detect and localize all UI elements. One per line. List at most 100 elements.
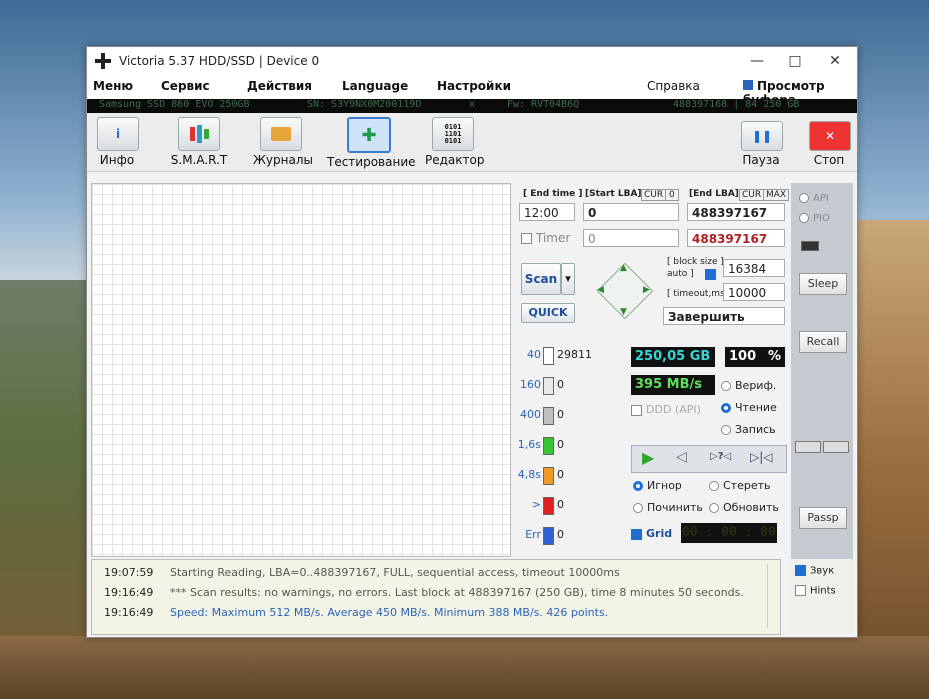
end-time-input[interactable]: 12:00 [519,203,575,221]
menu-item-menu[interactable]: Меню [93,79,133,93]
ignore-radio-icon [633,481,643,491]
logs-button[interactable]: Журналы [253,117,313,167]
latency-swatch [543,377,554,395]
latency-swatch [543,347,554,365]
editor-button[interactable]: 0101 1101 0101 Редактор [425,117,484,167]
quick-button[interactable]: QUICK [521,303,575,323]
scan-button[interactable]: Scan [521,263,561,295]
back-icon[interactable]: ◁ [676,449,687,465]
hints-label: Hints [810,585,836,597]
stop-label: Стоп [813,153,845,167]
smart-label: S.M.A.R.T [170,153,228,167]
max-button[interactable]: MAX [763,189,790,201]
scanned-size: 250,05 GB [631,347,715,367]
menu-item-settings[interactable]: Настройки [437,79,511,93]
finish-action-select[interactable]: Завершить [663,307,785,325]
scan-settings-panel: [ End time ] [Start LBA] CUR 0 [End LBA]… [513,183,791,331]
end-lba-input[interactable]: 488397167 [687,203,785,221]
up-arrow-icon[interactable]: ▲ [620,263,627,273]
recall-button[interactable]: Recall [799,331,847,353]
api-radio[interactable]: API [799,193,829,204]
passp-button[interactable]: Passp [799,507,847,529]
scan-dropdown-button[interactable]: ▾ [561,263,575,295]
log-scrollbar[interactable] [767,564,776,628]
pause-button[interactable]: ❚❚ Пауза [741,121,783,167]
write-radio[interactable]: Запись [721,423,776,436]
event-log: 19:07:59 Starting Reading, LBA=0..488397… [91,559,781,635]
end-icon[interactable]: ▷|◁ [750,450,773,464]
random-seek-icon[interactable]: ▷?◁ [710,451,731,462]
device-bar[interactable]: Samsung SSD 860 EVO 250GB SN: S3Y9NX0M20… [87,99,857,113]
side-options: Звук Hints [791,559,853,633]
timer-checkbox[interactable]: Timer [521,231,570,245]
auto-checkbox[interactable] [705,269,716,280]
erase-radio[interactable]: Стереть [709,479,771,492]
testing-button[interactable]: ✚ Тестирование [327,117,416,169]
device-model: Samsung SSD 860 EVO 250GB [99,99,250,110]
refresh-radio[interactable]: Обновить [709,501,779,514]
ignore-radio[interactable]: Игнор [633,479,682,492]
block-size-select[interactable]: 16384 [723,259,785,277]
direction-pad[interactable]: ▲ ▼ ◀ ▶ [593,259,655,321]
grid-check-icon [631,528,642,540]
end-lba-readonly[interactable]: 488397167 [687,229,785,247]
minimize-button[interactable]: — [737,47,777,75]
left-arrow-icon[interactable]: ◀ [597,285,604,295]
sound-label: Звук [810,565,835,577]
device-close[interactable]: x [469,99,475,110]
hints-checkbox[interactable]: Hints [795,585,836,597]
auto-label: auto ] [667,269,694,279]
menu-item-help[interactable]: Справка [647,79,700,93]
smart-button[interactable]: S.M.A.R.T [167,117,231,167]
menu-item-language[interactable]: Language [342,79,408,93]
log-time: 19:16:49 [104,586,154,599]
write-label: Запись [735,423,776,436]
stop-button[interactable]: ✕ Стоп [809,121,851,167]
read-radio[interactable]: Чтение [721,401,777,414]
stop-x-icon: ✕ [809,121,851,151]
sound-checkbox[interactable]: Звук [795,565,834,577]
right-arrow-icon[interactable]: ▶ [643,285,650,295]
play-icon[interactable]: ▶ [642,448,654,467]
percent-display: 100 % [725,347,785,367]
repair-radio[interactable]: Починить [633,501,703,514]
timeout-select[interactable]: 10000 [723,283,785,301]
timeout-label: [ timeout,ms ] [667,289,732,299]
latency-label: Err [525,528,541,541]
close-button[interactable]: ✕ [815,47,855,75]
end-cur-button[interactable]: CUR [739,189,765,201]
side-toggle-left[interactable] [795,441,821,453]
down-arrow-icon[interactable]: ▼ [620,307,627,317]
pio-radio[interactable]: PIO [799,213,830,224]
device-serial: SN: S3Y9NX0M200119D [307,99,422,110]
device-lba: 488397168 | 84 250 GB [673,99,800,110]
cur-button[interactable]: CUR [641,189,667,201]
start-lba-input[interactable]: 0 [583,203,679,221]
latency-swatch [543,497,554,515]
timer-check-icon [521,233,532,244]
latency-swatch [543,527,554,545]
stats-panel: 40 29811 160 0 400 0 1,6s 0 4,8s 0 >0 Err 0 250,05 G… [513,339,791,553]
read-radio-icon [721,403,731,413]
side-toggle-right[interactable] [823,441,849,453]
info-button[interactable]: i Инфо [97,117,139,167]
repair-radio-icon [633,503,643,513]
buffer-icon [743,80,753,90]
ddd-checkbox[interactable]: DDD (API) [631,403,701,416]
binary-editor-icon: 0101 1101 0101 [432,117,474,151]
timer-input[interactable]: 0 [583,229,679,247]
app-cross-icon [95,53,111,69]
maximize-button[interactable]: □ [775,47,815,75]
device-firmware: Fw: RVT04B6Q [507,99,580,110]
menu-item-service[interactable]: Сервис [161,79,210,93]
latency-row: 40 29811 [513,345,623,365]
grid-checkbox[interactable]: Grid [631,527,672,540]
scan-map-grid [91,183,511,557]
latency-label: 1,6s [517,438,541,451]
latency-label: 40 [527,348,541,361]
sleep-button[interactable]: Sleep [799,273,847,295]
verify-radio[interactable]: Вериф. [721,379,776,392]
menu-item-actions[interactable]: Действия [247,79,312,93]
percent-value: 100 [729,349,757,364]
desktop-cliff [856,220,929,699]
